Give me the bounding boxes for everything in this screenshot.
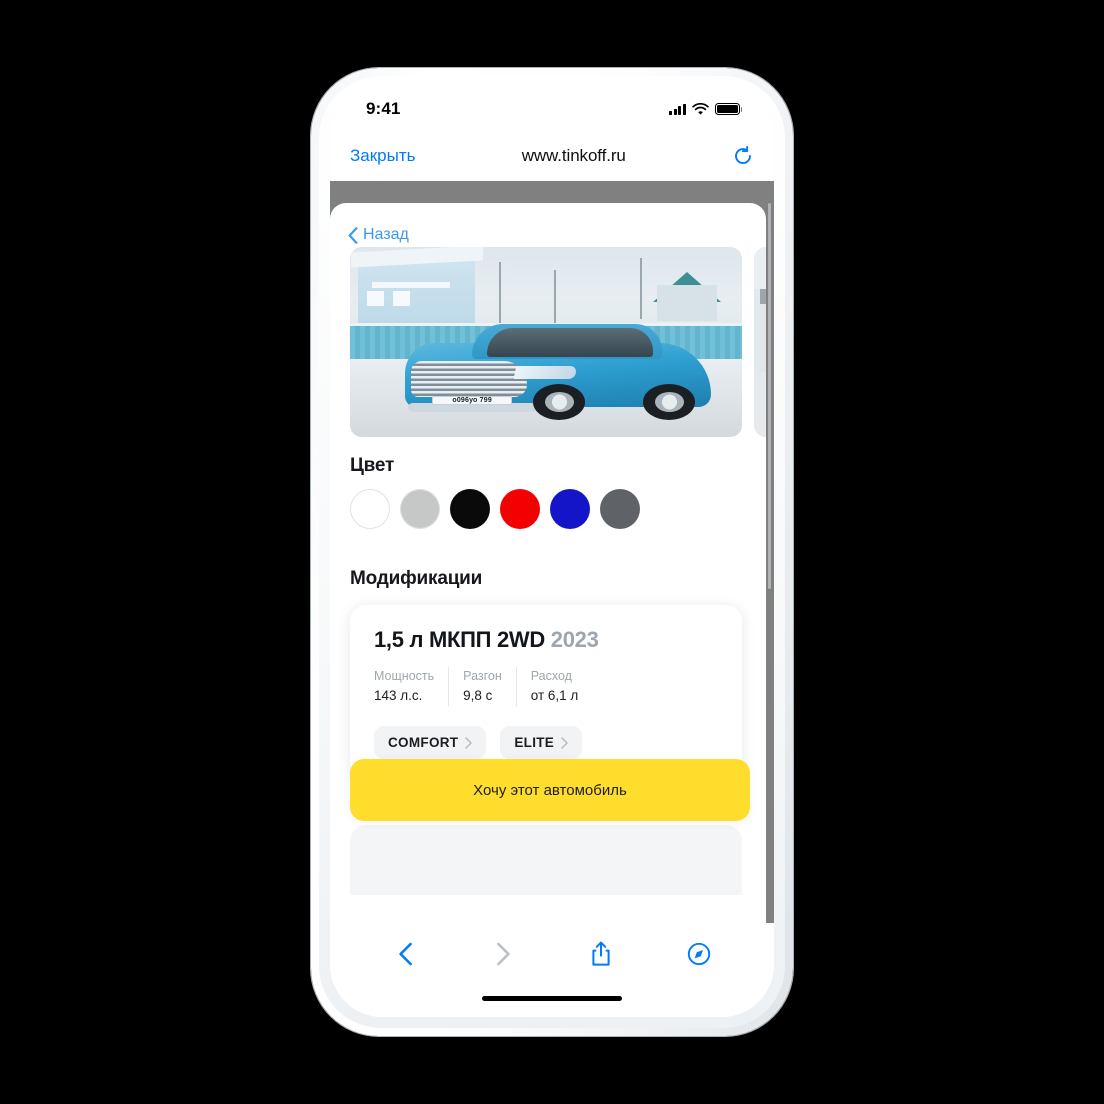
spec-value: 143 л.с. (374, 687, 423, 703)
back-link[interactable]: Назад (348, 226, 409, 244)
modification-year: 2023 (550, 627, 599, 652)
nav-forward-button[interactable] (490, 941, 516, 967)
reload-icon[interactable] (732, 145, 754, 167)
compass-icon (687, 942, 711, 966)
phone-screen: 9:41 Закрыть www.tinkoff.ru Назад о096уо… (330, 87, 774, 1017)
status-bar: 9:41 (330, 87, 774, 131)
spec-item: Разгон 9,8 с (463, 667, 517, 706)
modification-card[interactable]: 1,5 л МКПП 2WD 2023 Мощность 143 л.с. Ра… (350, 605, 742, 777)
chevron-right-icon (465, 736, 473, 749)
photo-sky (754, 247, 766, 289)
color-swatch-list[interactable] (350, 489, 640, 529)
back-link-label: Назад (363, 226, 409, 243)
color-swatch-red[interactable] (500, 489, 540, 529)
nav-back-button[interactable] (392, 941, 418, 967)
car-illustration: о096уо 799 (404, 315, 711, 420)
colors-section-title: Цвет (350, 455, 395, 476)
share-icon (592, 941, 610, 966)
photo-ground (754, 372, 766, 437)
tabs-button[interactable] (686, 941, 712, 967)
status-time: 9:41 (366, 99, 401, 118)
modifications-section-title: Модификации (350, 568, 483, 589)
screenshot-stage: 9:41 Закрыть www.tinkoff.ru Назад о096уо… (0, 0, 1104, 1104)
page-sheet: Назад о096уо 799 Цвет Модификации 1,5 л … (330, 203, 766, 923)
spec-list: Мощность 143 л.с. Разгон 9,8 с Расход от… (374, 667, 718, 706)
color-swatch-blue[interactable] (550, 489, 590, 529)
browser-bottom-toolbar (330, 923, 774, 985)
spec-label: Мощность (374, 669, 435, 683)
trim-chip-elite[interactable]: ELITE (500, 726, 583, 759)
chevron-right-icon (561, 736, 568, 749)
wifi-icon (692, 102, 709, 115)
status-icons (669, 102, 743, 116)
share-button[interactable] (588, 941, 614, 967)
modification-card-next[interactable] (350, 825, 742, 895)
vertical-scrollbar[interactable] (768, 203, 771, 589)
gallery-photo-main[interactable]: о096уо 799 (350, 247, 742, 437)
color-swatch-black[interactable] (450, 489, 490, 529)
car-wheel-front (533, 384, 586, 420)
want-this-car-button[interactable]: Хочу этот автомобиль (350, 759, 750, 821)
spec-label: Расход (530, 669, 572, 683)
car-grille (410, 361, 528, 397)
car-windshield (487, 327, 653, 358)
spec-item: Расход от 6,1 л (531, 667, 579, 706)
spec-value: от 6,1 л (530, 687, 579, 703)
car-wheel-rear (643, 384, 696, 420)
color-swatch-white[interactable] (350, 489, 390, 529)
browser-url-bar: Закрыть www.tinkoff.ru (330, 131, 774, 181)
photo-wall (760, 288, 766, 373)
modification-name: 1,5 л МКПП 2WD (374, 627, 545, 652)
spec-label: Разгон (463, 669, 502, 683)
close-button[interactable]: Закрыть (350, 146, 415, 166)
license-plate: о096уо 799 (432, 395, 512, 406)
url-text[interactable]: www.tinkoff.ru (415, 146, 732, 166)
trim-label: ELITE (514, 735, 555, 750)
gallery-photo-next[interactable] (754, 247, 766, 437)
modification-title: 1,5 л МКПП 2WD 2023 (374, 627, 718, 653)
trim-chip-comfort[interactable]: COMFORT (374, 726, 487, 759)
spec-value: 9,8 с (463, 687, 493, 703)
battery-full-icon (715, 103, 743, 115)
color-swatch-gray[interactable] (600, 489, 640, 529)
chevron-right-icon (496, 942, 510, 966)
car-headlight (513, 365, 578, 379)
photo-window (393, 291, 410, 307)
photo-tree (640, 258, 643, 320)
trim-label: COMFORT (388, 735, 459, 750)
photo-window (367, 291, 384, 307)
photo-house-right (648, 271, 726, 322)
photo-gallery[interactable]: о096уо 799 (330, 247, 766, 437)
chevron-left-icon (348, 226, 358, 244)
trim-list: COMFORT ELITE (374, 726, 718, 759)
spec-item: Мощность 143 л.с. (374, 667, 450, 706)
home-indicator (482, 996, 622, 1001)
color-swatch-silver[interactable] (400, 489, 440, 529)
cellular-signal-icon (669, 103, 686, 115)
chevron-left-icon (398, 942, 412, 966)
web-content-viewport[interactable]: Назад о096уо 799 Цвет Модификации 1,5 л … (330, 181, 774, 923)
